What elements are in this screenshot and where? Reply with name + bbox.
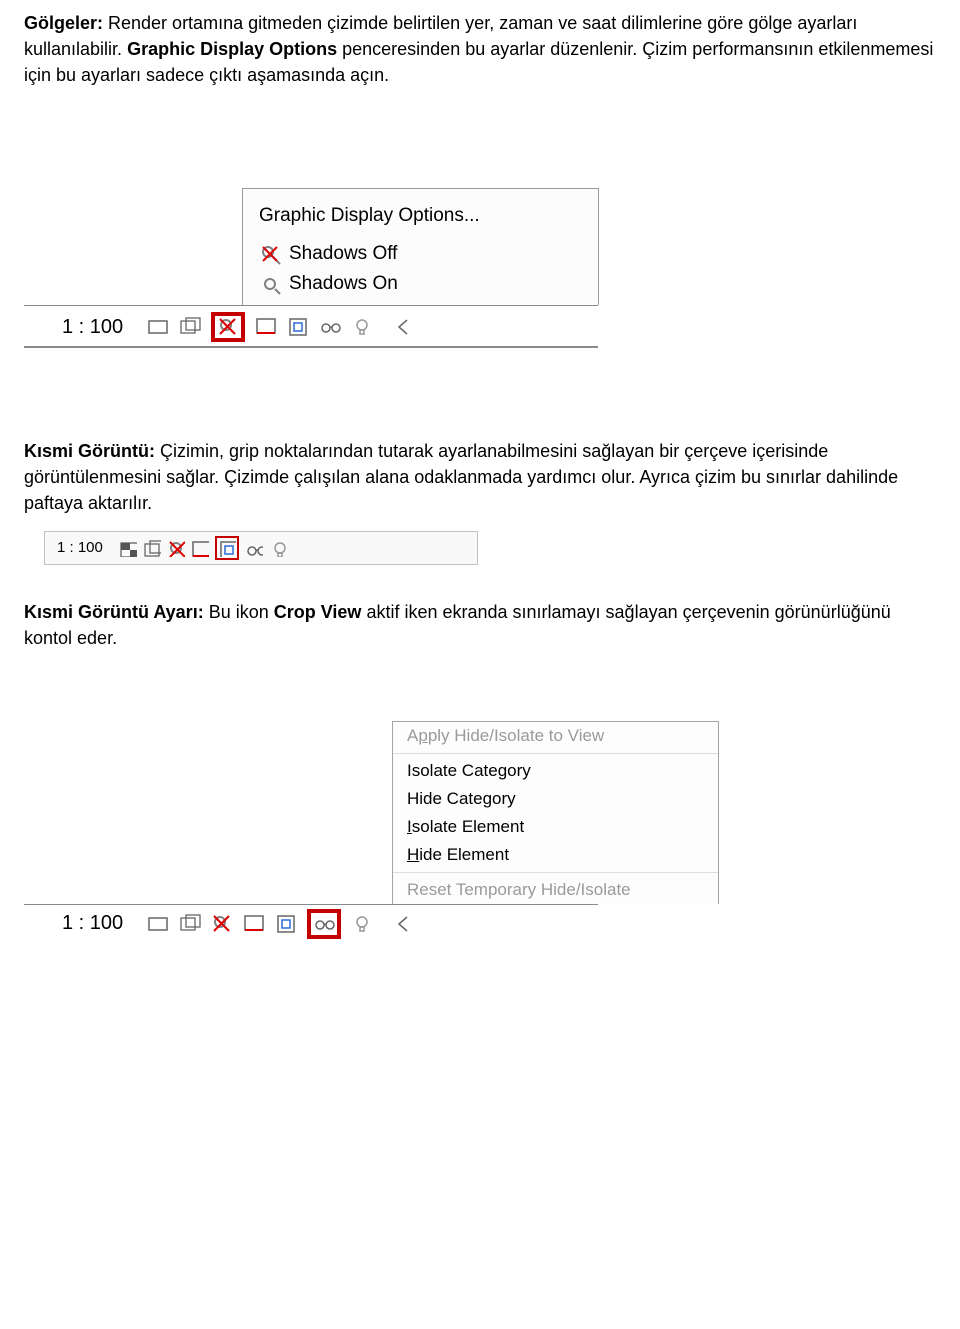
detail-level-icon[interactable] (179, 316, 201, 338)
temporary-hide-icon[interactable] (319, 316, 341, 338)
rendering-path-icon[interactable] (243, 913, 265, 935)
screenshot-shadows-popup: Graphic Display Options... Shadows Off S… (24, 188, 936, 348)
reveal-hidden-icon[interactable] (351, 913, 373, 935)
menu-item-apply-hide-isolate: Apply Hide/Isolate to View (393, 722, 718, 750)
screenshot-hide-isolate: Apply Hide/Isolate to View Isolate Categ… (24, 721, 936, 939)
lead-crop-setting: Kısmi Görüntü Ayarı: (24, 602, 204, 622)
highlighted-crop-button[interactable] (215, 536, 239, 560)
menu-separator (393, 872, 718, 873)
reveal-hidden-icon[interactable] (269, 539, 287, 557)
shadow-on-icon (259, 273, 281, 295)
shadow-off-icon (259, 243, 281, 265)
bold-crop-view: Crop View (274, 602, 362, 622)
scale-value-2[interactable]: 1 : 100 (51, 539, 113, 556)
collapse-arrow-icon[interactable] (393, 913, 415, 935)
menu-item-shadows-off[interactable]: Shadows Off (243, 239, 598, 269)
menu-item-hide-element[interactable]: Hide Element (393, 841, 718, 869)
view-control-bar-1: 1 : 100 (24, 305, 598, 348)
menu-item-isolate-element[interactable]: Isolate Element (393, 813, 718, 841)
menu-item-reset-hide-isolate: Reset Temporary Hide/Isolate (393, 876, 718, 904)
menu-item-shadows-on[interactable]: Shadows On (243, 269, 598, 299)
menu-item-gdo[interactable]: Graphic Display Options... (243, 201, 598, 239)
temporary-hide-icon (313, 913, 335, 935)
scale-value[interactable]: 1 : 100 (24, 316, 137, 339)
reveal-hidden-icon[interactable] (351, 316, 373, 338)
para-crop: Kısmi Görüntü: Çizimin, grip noktalarınd… (24, 438, 936, 516)
detail-level-icon[interactable] (143, 539, 161, 557)
highlighted-shadow-button[interactable] (211, 312, 245, 342)
bold-gdo: Graphic Display Options (127, 39, 337, 59)
scale-value-3[interactable]: 1 : 100 (24, 912, 137, 935)
view-control-bar-2: 1 : 100 (44, 531, 478, 565)
temporary-hide-icon[interactable] (245, 539, 263, 557)
shadow-toggle-icon[interactable] (167, 539, 185, 557)
rendering-path-icon[interactable] (191, 539, 209, 557)
collapse-arrow-icon[interactable] (393, 316, 415, 338)
shadow-toggle-icon[interactable] (211, 913, 233, 935)
menu-item-hide-category[interactable]: Hide Category (393, 785, 718, 813)
shadows-popup: Graphic Display Options... Shadows Off S… (242, 188, 599, 305)
crop-view-icon (218, 539, 236, 557)
model-graphics-icon[interactable] (147, 316, 169, 338)
menu-item-isolate-category[interactable]: Isolate Category (393, 757, 718, 785)
crop-view-icon[interactable] (275, 913, 297, 935)
lead-crop: Kısmi Görüntü: (24, 441, 155, 461)
crop-view-icon[interactable] (287, 316, 309, 338)
highlighted-hide-isolate-button[interactable] (307, 909, 341, 939)
hide-isolate-popup: Apply Hide/Isolate to View Isolate Categ… (392, 721, 719, 904)
model-graphics-icon[interactable] (147, 913, 169, 935)
shadow-toggle-icon (217, 316, 239, 338)
view-control-bar-3: 1 : 100 (24, 904, 598, 939)
rendering-path-icon[interactable] (255, 316, 277, 338)
detail-level-icon[interactable] (179, 913, 201, 935)
menu-separator (393, 753, 718, 754)
para-crop-setting: Kısmi Görüntü Ayarı: Bu ikon Crop View a… (24, 599, 936, 651)
para-shadows: Gölgeler: Render ortamına gitmeden çizim… (24, 10, 936, 88)
lead-shadows: Gölgeler: (24, 13, 103, 33)
model-graphics-icon[interactable] (119, 539, 137, 557)
